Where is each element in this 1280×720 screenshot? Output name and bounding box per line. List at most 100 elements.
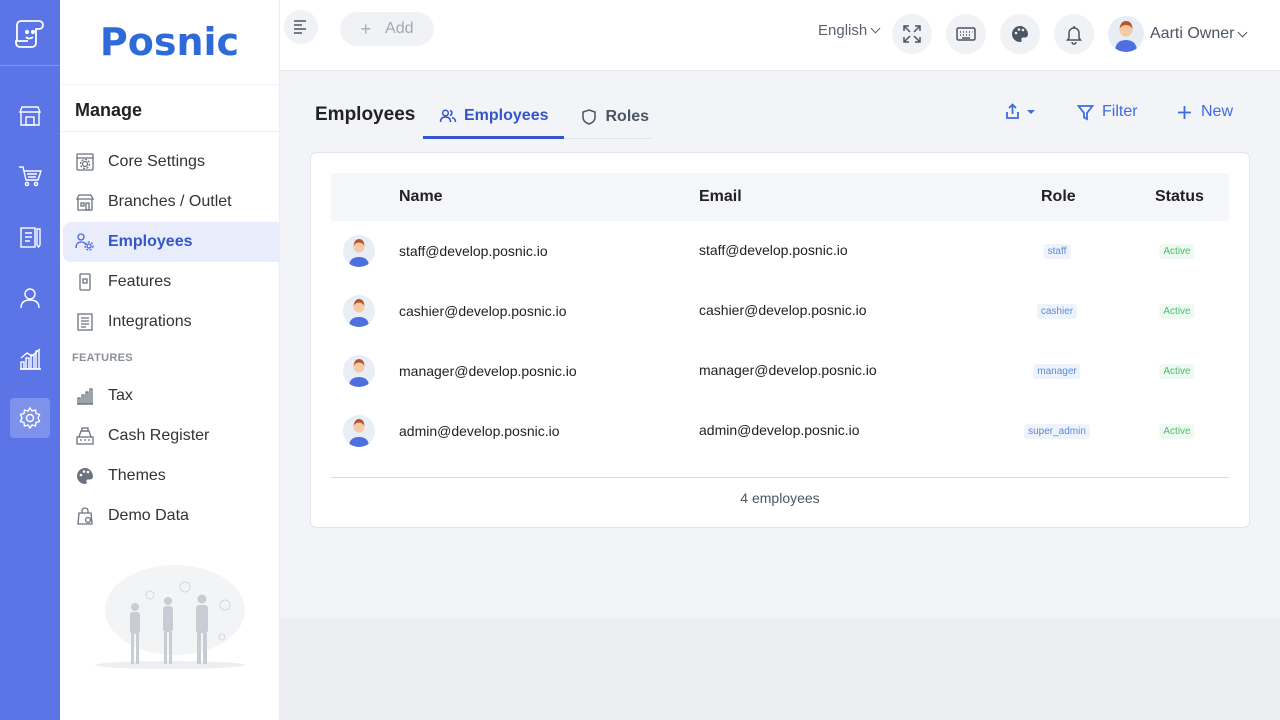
employee-email: manager@develop.posnic.io (699, 362, 877, 378)
notifications-button[interactable] (1054, 14, 1094, 54)
bell-icon (1066, 26, 1082, 45)
sidebar-item-demo-data[interactable]: Demo Data (63, 496, 279, 536)
status-badge: Active (1159, 364, 1195, 379)
table-row[interactable]: cashier@develop.posnic.io cashier@develo… (331, 281, 1229, 341)
sidebar-divider (60, 131, 279, 132)
tab-label: Employees (464, 106, 549, 124)
sidebar-section-label: FEATURES (72, 352, 133, 364)
theme-button[interactable] (1000, 14, 1040, 54)
sidebar-item-integrations[interactable]: Integrations (63, 302, 279, 342)
fullscreen-button[interactable] (892, 14, 932, 54)
language-label: English (818, 22, 868, 39)
filter-label: Filter (1102, 103, 1138, 120)
role-badge: super_admin (1024, 424, 1090, 439)
export-button[interactable] (1004, 103, 1035, 120)
new-label: New (1201, 103, 1234, 120)
employee-name: cashier@develop.posnic.io (399, 303, 567, 319)
scroll-logo-icon (15, 19, 44, 48)
filter-button[interactable]: Filter (1077, 103, 1138, 121)
column-header-status[interactable]: Status (1155, 188, 1204, 206)
sidebar-item-label: Core Settings (108, 153, 205, 170)
table-row[interactable]: staff@develop.posnic.io staff@develop.po… (331, 221, 1229, 281)
avatar (343, 355, 375, 387)
tab-label: Roles (605, 108, 650, 125)
page-tabs: Employees Roles (423, 95, 652, 139)
users-gear-icon (75, 232, 95, 252)
user-menu[interactable]: Aarti Owner (1108, 16, 1248, 52)
avatar (343, 295, 375, 327)
status-badge: Active (1159, 304, 1195, 319)
employee-name: admin@develop.posnic.io (399, 423, 560, 439)
team-illustration (95, 565, 245, 669)
table-footer-divider (331, 477, 1229, 478)
language-select[interactable]: English (818, 22, 881, 39)
status-badge: Active (1159, 244, 1195, 259)
device-icon (75, 272, 95, 292)
table-header: Name Email Role Status (331, 173, 1229, 221)
avatar (343, 415, 375, 447)
employees-table-card: Name Email Role Status staff@develop.pos… (310, 152, 1250, 528)
icon-rail (0, 0, 60, 720)
list-doc-icon (75, 312, 95, 332)
table-row[interactable]: manager@develop.posnic.io manager@develo… (331, 341, 1229, 401)
sidebar-item-label: Employees (108, 233, 193, 250)
sidebar-item-label: Tax (108, 387, 133, 404)
avatar (1108, 16, 1144, 52)
sidebar-item-label: Features (108, 273, 172, 290)
page-title: Employees (315, 104, 416, 125)
align-left-icon (294, 20, 306, 34)
bag-icon (75, 506, 95, 526)
rail-cart-icon[interactable] (10, 156, 50, 196)
role-badge: cashier (1036, 304, 1078, 319)
plus-icon: + (360, 18, 372, 39)
plus-icon (1178, 105, 1191, 119)
brand-logo[interactable]: Posnic (60, 0, 279, 85)
employee-name: staff@develop.posnic.io (399, 243, 548, 259)
sidebar-item-cash-register[interactable]: Cash Register (63, 416, 279, 456)
employee-email: cashier@develop.posnic.io (699, 302, 867, 318)
table-row[interactable]: admin@develop.posnic.io admin@develop.po… (331, 401, 1229, 461)
column-header-role[interactable]: Role (1041, 188, 1076, 206)
rail-chart-icon[interactable] (10, 339, 50, 379)
sidebar-item-label: Integrations (108, 313, 192, 330)
sidebar-item-label: Branches / Outlet (108, 193, 232, 210)
sidebar-item-tax[interactable]: Tax (63, 376, 279, 416)
sidebar-item-branches[interactable]: Branches / Outlet (63, 182, 279, 222)
sidebar-item-label: Cash Register (108, 427, 210, 444)
rail-user-icon[interactable] (10, 278, 50, 318)
sidebar-item-core-settings[interactable]: Core Settings (63, 142, 279, 182)
tab-roles[interactable]: Roles (564, 95, 665, 139)
sidebar-item-features[interactable]: Features (63, 262, 279, 302)
new-employee-button[interactable]: New (1176, 103, 1233, 121)
status-badge: Active (1159, 424, 1195, 439)
tab-employees[interactable]: Employees (423, 95, 565, 139)
keyboard-icon (956, 27, 976, 41)
chevron-down-icon (1238, 27, 1248, 37)
app-logo[interactable] (0, 0, 60, 66)
avatar (343, 235, 375, 267)
users-icon (439, 108, 457, 122)
toggle-sidebar-button[interactable] (284, 10, 318, 44)
column-header-email[interactable]: Email (699, 188, 742, 206)
role-badge: manager (1033, 364, 1081, 379)
add-label: Add (385, 20, 414, 37)
keyboard-shortcuts-button[interactable] (946, 14, 986, 54)
role-badge: staff (1043, 244, 1071, 259)
sidebar-heading: Manage (75, 100, 143, 120)
share-upload-icon (1006, 103, 1019, 119)
palette-icon (75, 466, 95, 486)
palette-icon (1012, 26, 1028, 42)
rail-store-icon[interactable] (10, 96, 50, 136)
rail-settings-gear-icon[interactable] (10, 398, 50, 438)
employee-name: manager@develop.posnic.io (399, 363, 577, 379)
sidebar-item-themes[interactable]: Themes (63, 456, 279, 496)
settings-panel-icon (75, 152, 95, 172)
employee-count: 4 employees (740, 490, 820, 506)
register-icon (75, 426, 95, 446)
sidebar-item-label: Demo Data (108, 507, 189, 524)
rail-clipboard-icon[interactable] (10, 217, 50, 257)
sidebar-item-employees[interactable]: Employees (63, 222, 279, 262)
top-bar: + Add English Aarti Owner (280, 0, 1280, 71)
column-header-name[interactable]: Name (399, 188, 443, 206)
add-button[interactable]: + Add (340, 12, 434, 46)
